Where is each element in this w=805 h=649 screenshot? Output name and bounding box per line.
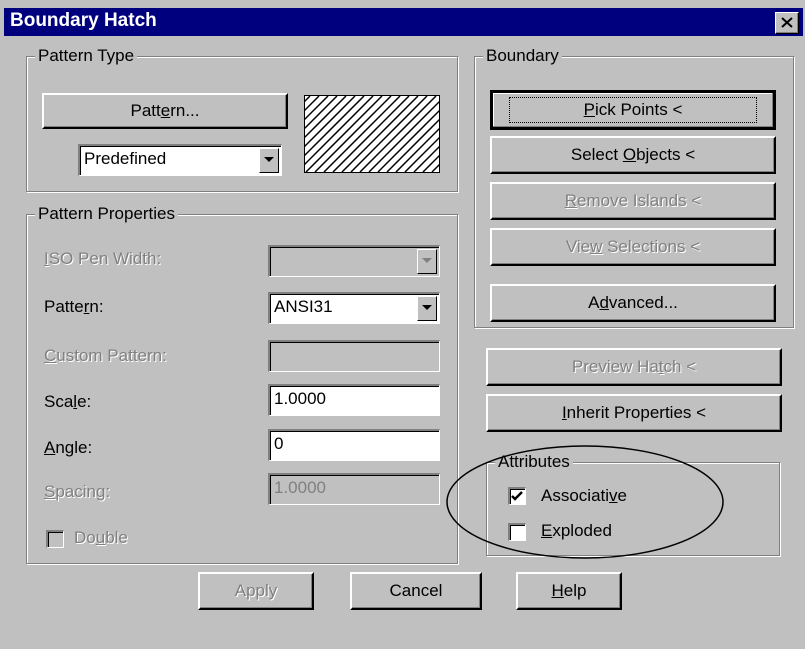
pattern-type-select[interactable]: Predefined (78, 144, 282, 176)
hatch-swatch-icon (305, 96, 439, 172)
pattern-type-value: Predefined (84, 149, 167, 168)
close-button[interactable] (775, 12, 799, 34)
pattern-button[interactable]: Pattern... (42, 93, 288, 129)
chevron-down-icon (264, 157, 274, 162)
dropdown-arrow[interactable] (417, 249, 437, 274)
iso-pen-width-select[interactable] (268, 245, 440, 277)
chevron-down-icon (422, 305, 432, 310)
select-objects-button[interactable]: Select Objects < (490, 136, 776, 174)
remove-islands-button[interactable]: Remove Islands < (490, 182, 776, 220)
double-checkbox[interactable] (46, 530, 64, 548)
dropdown-arrow[interactable] (259, 148, 279, 173)
pick-points-button[interactable]: Pick Points < (490, 90, 776, 130)
double-label: Double (74, 528, 128, 547)
pattern-label: Pattern: (44, 297, 104, 316)
angle-label: Angle: (44, 438, 93, 457)
spacing-input[interactable]: 1.0000 (268, 473, 440, 505)
pattern-properties-legend: Pattern Properties (35, 204, 179, 224)
title-bar: Boundary Hatch (4, 8, 803, 36)
scale-label: Scale: (44, 392, 92, 411)
pattern-value: ANSI31 (274, 297, 333, 316)
dropdown-arrow[interactable] (417, 296, 437, 321)
advanced-button[interactable]: Advanced... (490, 284, 776, 322)
pattern-select[interactable]: ANSI31 (268, 292, 440, 324)
chevron-down-icon (422, 258, 432, 263)
view-selections-button[interactable]: View Selections < (490, 228, 776, 266)
boundary-legend: Boundary (483, 46, 562, 66)
apply-button[interactable]: Apply (198, 572, 314, 610)
dialog-title: Boundary Hatch (10, 10, 157, 31)
hand-drawn-ellipse-annotation (446, 445, 724, 559)
angle-input[interactable]: 0 (268, 429, 440, 461)
close-icon (781, 17, 793, 28)
iso-pen-width-label: ISO Pen Width: (44, 249, 162, 268)
boundary-hatch-dialog: Boundary Hatch Pattern Type Pattern... P… (0, 0, 805, 649)
custom-pattern-field[interactable] (268, 340, 440, 372)
preview-hatch-button[interactable]: Preview Hatch < (486, 348, 782, 386)
pattern-swatch-preview[interactable] (304, 95, 440, 173)
custom-pattern-label: Custom Pattern: (44, 346, 167, 365)
scale-input[interactable]: 1.0000 (268, 384, 440, 416)
cancel-button[interactable]: Cancel (350, 572, 482, 610)
pattern-type-legend: Pattern Type (35, 46, 138, 66)
inherit-properties-button[interactable]: Inherit Properties < (486, 394, 782, 432)
help-button[interactable]: Help (516, 572, 622, 610)
spacing-label: Spacing: (44, 482, 111, 501)
